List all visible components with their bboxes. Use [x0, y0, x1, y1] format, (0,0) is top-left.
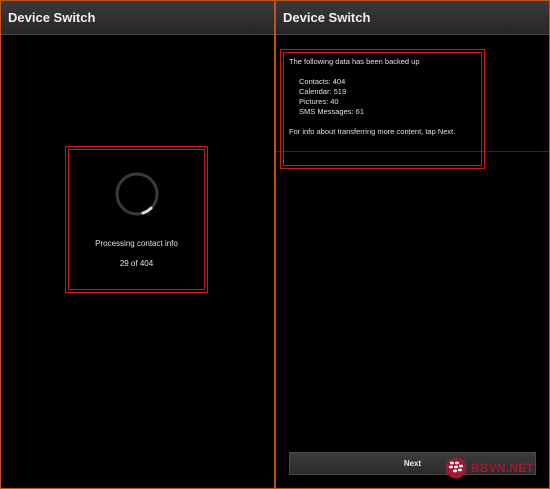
backup-summary-panel: The following data has been backed up Co… — [280, 49, 485, 169]
backup-item-pictures: Pictures: 40 — [299, 97, 339, 106]
watermark-text: BBVN.NET — [471, 461, 534, 475]
processing-panel: Processing contact info 29 of 404 — [65, 146, 208, 293]
backup-item-contacts: Contacts: 404 — [299, 77, 346, 86]
backup-item-calendar: Calendar: 519 — [299, 87, 347, 96]
blackberry-logo-icon — [445, 457, 467, 479]
watermark: BBVN.NET — [445, 456, 534, 480]
backup-item-sms: SMS Messages: 61 — [299, 107, 365, 116]
left-screen: Device Switch Processing contact info 29… — [1, 1, 274, 488]
processing-count: 29 of 404 — [119, 259, 154, 268]
left-titlebar: Device Switch — [1, 1, 274, 35]
right-screen: Device Switch The following data has bee… — [276, 1, 549, 488]
right-titlebar: Device Switch — [276, 1, 549, 35]
right-screen-title: Device Switch — [283, 10, 371, 25]
backup-summary-list: Contacts: 404 Calendar: 519 Pictures: 40… — [289, 77, 476, 117]
backup-summary-heading: The following data has been backed up — [289, 57, 420, 66]
progress-spinner-icon — [115, 172, 159, 216]
backup-summary-footer: For info about transferring more content… — [289, 127, 456, 136]
processing-label: Processing contact info — [95, 239, 178, 248]
left-screen-title: Device Switch — [8, 10, 96, 25]
